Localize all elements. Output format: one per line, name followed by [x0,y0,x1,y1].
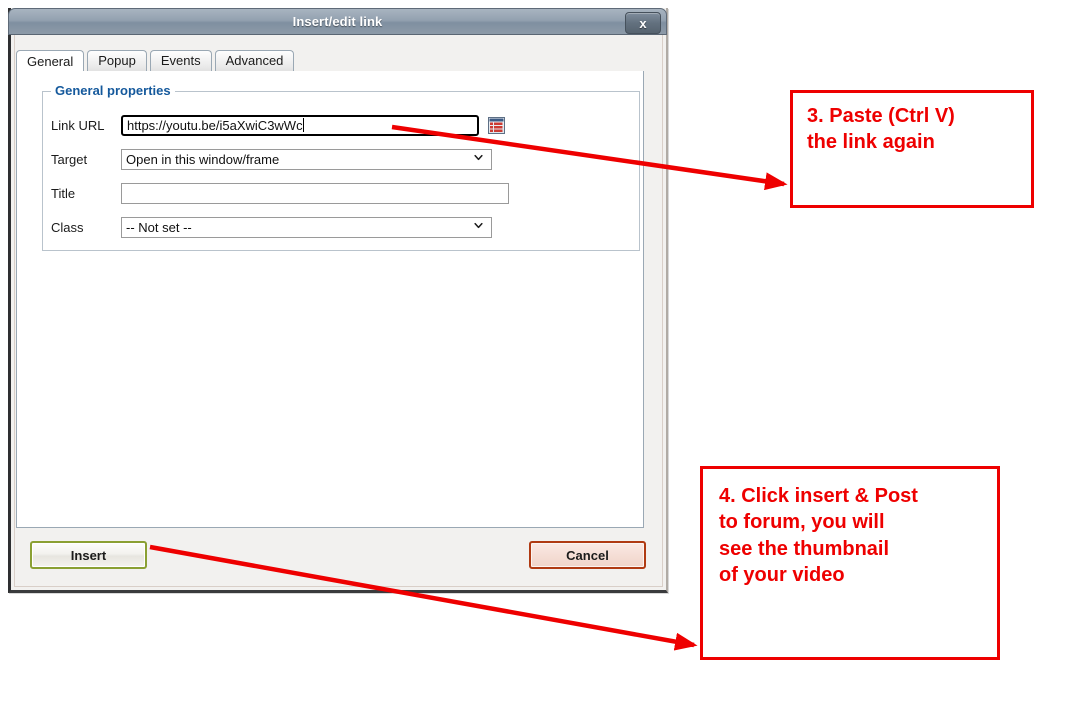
general-properties-legend: General properties [51,83,175,98]
tab-events[interactable]: Events [149,50,212,71]
chevron-down-icon [474,154,483,161]
close-icon-glyph: x [639,15,647,31]
annotation-paste-step: 3. Paste (Ctrl V) the link again [790,90,1034,208]
general-properties-fieldset: General properties Link URL https://yout… [42,83,640,251]
annotation-paste-line2: the link again [807,131,935,154]
annotation-insert-line4: of your video [719,564,845,587]
annotation-insert-line1: 4. Click insert & Post [719,485,918,507]
link-url-input[interactable]: https://youtu.be/i5aXwiC3wWc [121,114,479,136]
close-icon[interactable]: x [625,12,661,34]
browse-list-icon[interactable] [488,116,505,134]
form-row-link-url: Link URL https://youtu.be/i5aXwiC3wWc [43,114,623,136]
target-label: Target [51,151,88,167]
target-select-value: Open in this window/frame [126,151,280,167]
annotation-paste-line1: 3. Paste (Ctrl V) [807,105,955,127]
annotation-insert-step: 4. Click insert & Post to forum, you wil… [700,466,1000,660]
cancel-button-label: Cancel [566,547,609,563]
class-select-value: -- Not set -- [126,219,192,235]
annotation-insert-line3: see the thumbnail [719,537,890,560]
title-label: Title [51,185,76,201]
cancel-button[interactable]: Cancel [529,541,646,569]
tab-strip: General Popup Events Advanced [16,50,644,72]
annotation-insert-line2: to forum, you will [719,511,885,534]
class-label: Class [51,219,84,235]
insert-button-label: Insert [70,547,107,563]
dialog-title: Insert/edit link [292,14,383,29]
form-row-class: Class -- Not set -- [43,216,623,238]
dialog-title-bar: Insert/edit link x [8,8,667,35]
text-caret [302,118,304,132]
tab-general[interactable]: General [16,50,85,72]
target-select[interactable]: Open in this window/frame [121,148,492,170]
tab-advanced[interactable]: Advanced [214,50,295,71]
form-row-target: Target Open in this window/frame [43,148,623,170]
class-select[interactable]: -- Not set -- [121,216,492,238]
link-url-label: Link URL [51,117,105,133]
browse-list-icon-glyph [489,118,504,132]
chevron-down-icon [474,222,483,229]
tab-popup[interactable]: Popup [87,50,147,71]
link-url-value: https://youtu.be/i5aXwiC3wWc [127,117,303,133]
title-input[interactable] [121,182,509,204]
dialog-content-panel: General properties Link URL https://yout… [16,71,644,528]
form-row-title: Title [43,182,623,204]
insert-button[interactable]: Insert [30,541,147,569]
